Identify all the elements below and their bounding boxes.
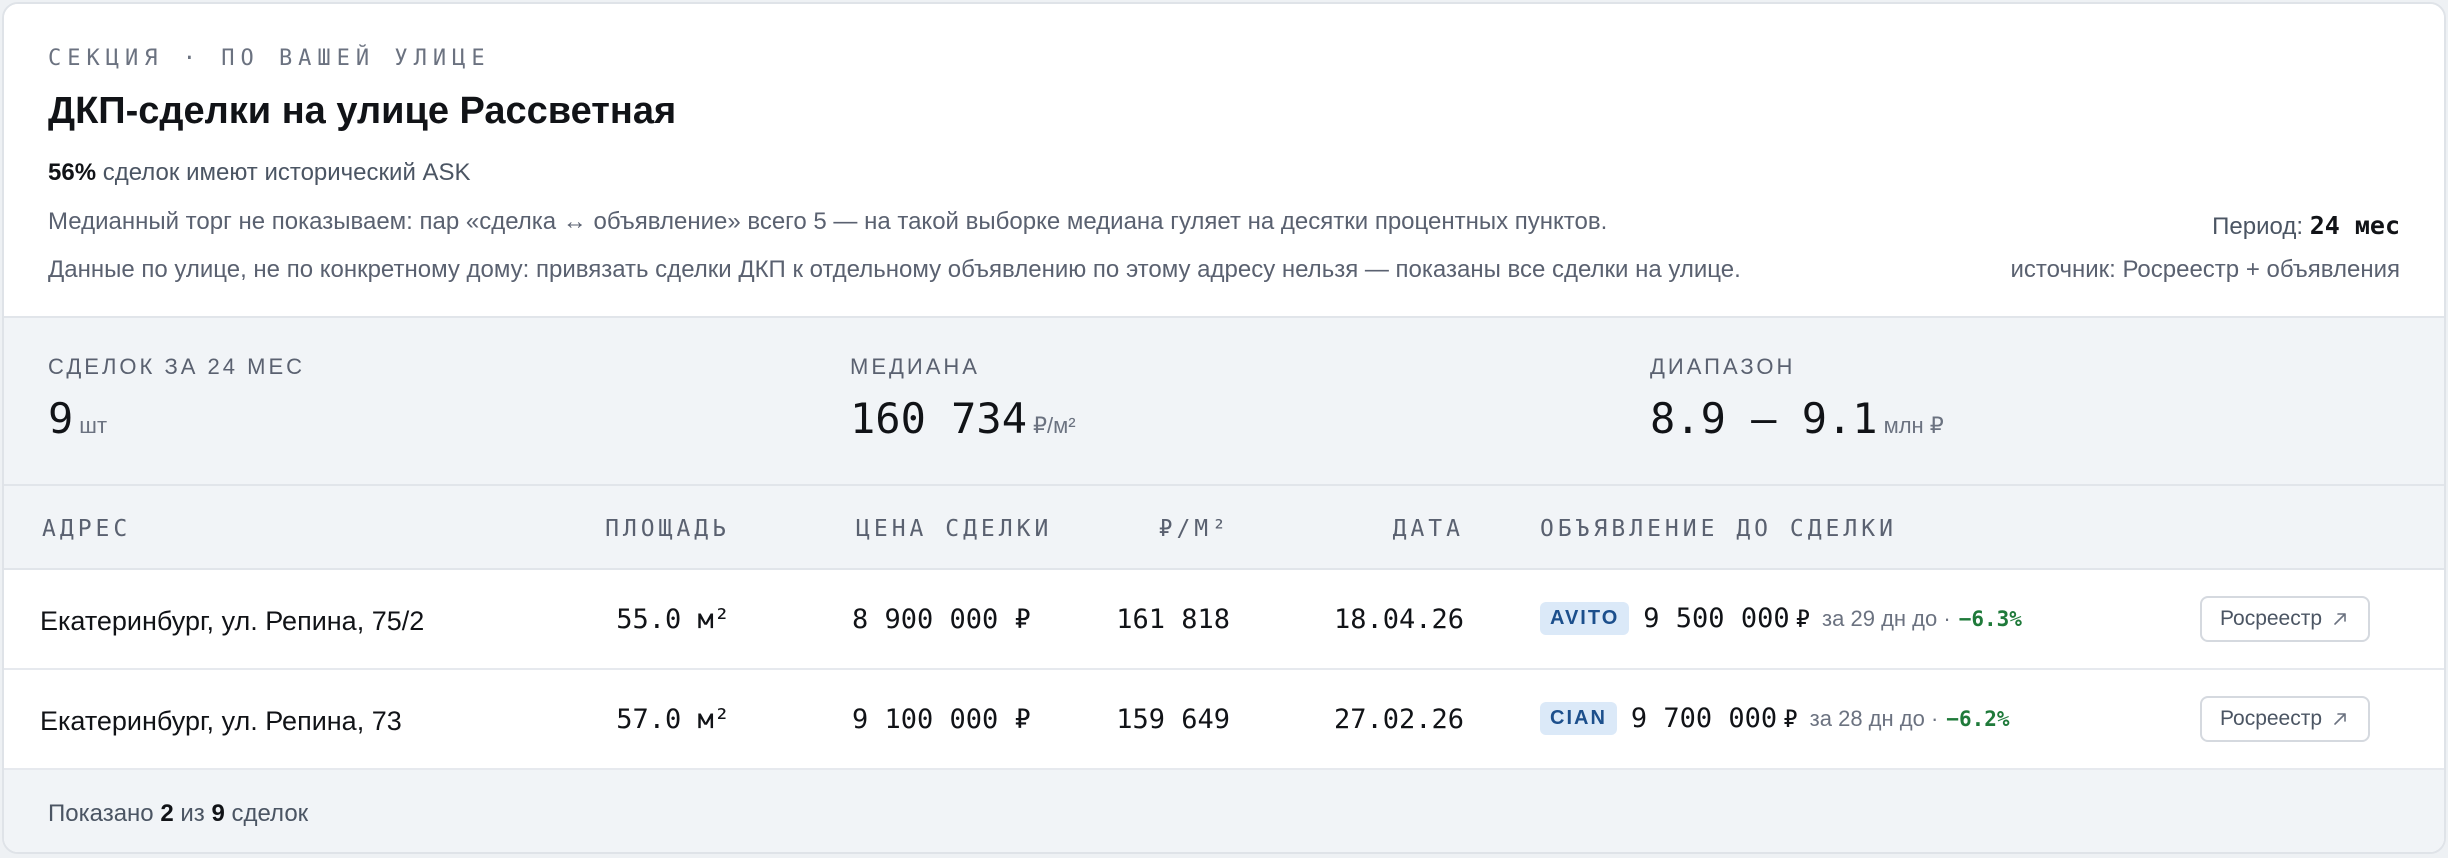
table-header: АДРЕС ПЛОЩАДЬ ЦЕНА СДЕЛКИ ₽/М² ДАТА ОБЪЯ… <box>4 486 2444 570</box>
row-listing: AVITO 9 500 000 ₽ за 29 дн до · −6.3% <box>1540 602 2022 635</box>
stat-deals-unit: шт <box>79 413 108 438</box>
deals-card: СЕКЦИЯ · ПО ВАШЕЙ УЛИЦЕ ДКП-сделки на ул… <box>2 2 2446 854</box>
arrow-up-right-icon <box>2334 613 2346 625</box>
stats-panel: СДЕЛОК ЗА 24 МЕС 9 шт МЕДИАНА 160 734 ₽/м²… <box>4 316 2444 486</box>
row-ppm: 159 649 <box>1116 704 1230 735</box>
row-price: 8 900 000 ₽ <box>852 604 1031 635</box>
total-number: 9 <box>211 800 225 827</box>
rosreestr-button-label: Росреестр <box>2219 607 2323 630</box>
listing-currency: ₽ <box>1795 604 1811 633</box>
period-info: Период: 24 мес <box>2212 211 2400 241</box>
period-value: 24 мес <box>2309 211 2400 240</box>
ask-percent: 56% <box>48 159 97 186</box>
listing-price: 9 500 000 <box>1643 603 1790 634</box>
section-header: СЕКЦИЯ · ПО ВАШЕЙ УЛИЦЕ ДКП-сделки на ул… <box>4 4 2444 316</box>
table-row: Екатеринбург, ул. Репина, 75/2 55.0 м² 8… <box>4 570 2444 670</box>
ask-text: сделок имеют исторический ASK <box>102 159 471 186</box>
stat-range-unit: млн ₽ <box>1883 413 1944 438</box>
stat-deals-value: 9 <box>48 394 74 443</box>
col-listing: ОБЪЯВЛЕНИЕ ДО СДЕЛКИ <box>1540 516 1897 542</box>
street-note: Данные по улице, не по конкретному дому:… <box>48 256 1741 283</box>
rosreestr-button-label: Росреестр <box>2219 707 2323 730</box>
row-price: 9 100 000 ₽ <box>852 704 1031 735</box>
stat-range: ДИАПАЗОН 8.9 — 9.1 млн ₽ <box>1650 354 1944 443</box>
row-date: 18.04.26 <box>1333 604 1464 635</box>
stat-range-value: 8.9 — 9.1 <box>1650 394 1878 443</box>
table-row: Екатеринбург, ул. Репина, 73 57.0 м² 9 1… <box>4 670 2444 770</box>
col-ppm: ₽/М² <box>1158 516 1230 542</box>
rosreestr-button[interactable]: Росреестр <box>2200 596 2370 642</box>
col-area: ПЛОЩАДЬ <box>605 516 730 542</box>
page-title: ДКП-сделки на улице Рассветная <box>48 90 677 132</box>
listing-diff: −6.3% <box>1958 606 2022 631</box>
rosreestr-button[interactable]: Росреестр <box>2200 696 2370 742</box>
stat-median-label: МЕДИАНА <box>850 354 980 379</box>
row-area: 57.0 м² <box>616 704 730 735</box>
source-badge: AVITO <box>1540 602 1630 635</box>
table-footer: Показано 2 из 9 сделок <box>4 770 2444 852</box>
col-address: АДРЕС <box>42 516 132 542</box>
stat-deals: СДЕЛОК ЗА 24 МЕС 9 шт <box>48 354 305 443</box>
stat-median-unit: ₽/м² <box>1033 413 1076 438</box>
period-label: Период: <box>2212 213 2304 240</box>
listing-days: за 29 дн до · <box>1822 605 1951 631</box>
row-date: 27.02.26 <box>1333 704 1464 735</box>
ask-summary: 56% сделок имеют исторический ASK <box>48 159 471 187</box>
col-price: ЦЕНА СДЕЛКИ <box>856 516 1053 542</box>
listing-price: 9 700 000 <box>1630 703 1778 734</box>
listing-currency: ₽ <box>1783 704 1798 733</box>
row-ppm: 161 818 <box>1116 604 1230 635</box>
col-date: ДАТА <box>1392 516 1464 542</box>
row-address: Екатеринбург, ул. Репина, 75/2 <box>40 606 425 636</box>
stat-range-label: ДИАПАЗОН <box>1650 354 1796 379</box>
source-badge: CIAN <box>1540 702 1617 735</box>
stat-deals-label: СДЕЛОК ЗА 24 МЕС <box>48 354 305 379</box>
row-area: 55.0 м² <box>616 604 730 635</box>
arrow-up-right-icon <box>2334 713 2346 725</box>
section-eyebrow: СЕКЦИЯ · ПО ВАШЕЙ УЛИЦЕ <box>48 46 491 71</box>
row-address: Екатеринбург, ул. Репина, 73 <box>40 706 402 736</box>
listing-days: за 28 дн до · <box>1809 705 1939 731</box>
stat-median: МЕДИАНА 160 734 ₽/м² <box>850 354 1076 443</box>
median-note: Медианный торг не показываем: пар «сделк… <box>48 208 1608 235</box>
row-listing: CIAN 9 700 000 ₽ за 28 дн до · −6.2% <box>1540 702 2010 735</box>
stat-median-value: 160 734 <box>850 394 1028 443</box>
listing-diff: −6.2% <box>1946 706 2010 731</box>
shown-number: 2 <box>160 800 174 827</box>
data-source: источник: Росреестр + объявления <box>2010 256 2400 283</box>
shown-count: Показано 2 из 9 сделок <box>48 800 309 827</box>
